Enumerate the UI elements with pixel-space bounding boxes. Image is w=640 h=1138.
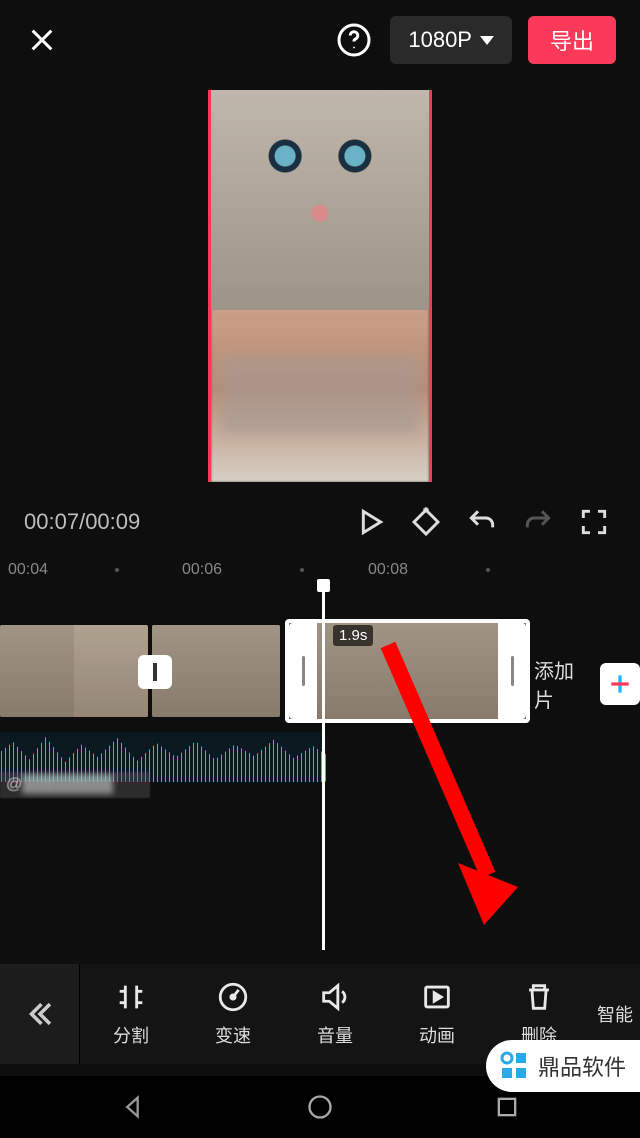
split-icon [114,980,148,1014]
playhead[interactable] [322,585,325,950]
nav-home-button[interactable] [300,1087,340,1127]
video-clip[interactable] [0,625,148,717]
nav-recent-button[interactable] [487,1087,527,1127]
watermark-text: 鼎品软件 [538,1050,626,1082]
delete-icon [522,980,556,1014]
add-clip-button[interactable] [600,663,640,705]
tool-split[interactable]: 分割 [80,964,182,1064]
tool-label: 变速 [215,1022,251,1048]
resolution-label: 1080P [408,27,472,53]
tool-label: 动画 [419,1022,455,1048]
clip-trim-handle-left[interactable] [289,623,317,719]
speed-icon [216,980,250,1014]
redo-button [516,500,560,544]
video-preview[interactable] [0,86,640,486]
resolution-selector[interactable]: 1080P [390,16,512,64]
tool-label: 智能 [597,1001,633,1027]
dropdown-caret-icon [480,36,494,45]
tool-animation[interactable]: 动画 [386,964,488,1064]
export-button[interactable]: 导出 [528,16,616,64]
fullscreen-button[interactable] [572,500,616,544]
tool-label: 分割 [113,1022,149,1048]
transition-button[interactable] [138,655,172,689]
ruler-tick: 00:08 [368,561,408,579]
ruler-tick: 00:06 [182,561,222,579]
video-frame [208,90,432,482]
time-display: 00:07/00:09 [24,509,140,535]
clip-duration-badge: 1.9s [333,625,373,646]
export-label: 导出 [550,24,594,56]
undo-button[interactable] [460,500,504,544]
clip-trim-handle-right[interactable] [498,623,526,719]
volume-icon [318,980,352,1014]
nav-back-button[interactable] [113,1087,153,1127]
add-clip-label: 添加片 [534,655,592,713]
watermark-logo-icon [498,1050,530,1082]
keyframe-button[interactable] [404,500,448,544]
play-button[interactable] [348,500,392,544]
timeline-track[interactable]: 1.9s 添加片 [0,625,640,725]
tool-label: 音量 [317,1022,353,1048]
watermark-badge: 鼎品软件 [486,1040,640,1092]
help-button[interactable] [334,20,374,60]
ruler-tick: 00:04 [8,561,48,579]
close-button[interactable] [24,22,60,58]
tool-speed[interactable]: 变速 [182,964,284,1064]
toolbar-back-button[interactable] [0,964,80,1064]
audio-author-label: @████████ [0,772,150,798]
tool-volume[interactable]: 音量 [284,964,386,1064]
animation-icon [420,980,454,1014]
